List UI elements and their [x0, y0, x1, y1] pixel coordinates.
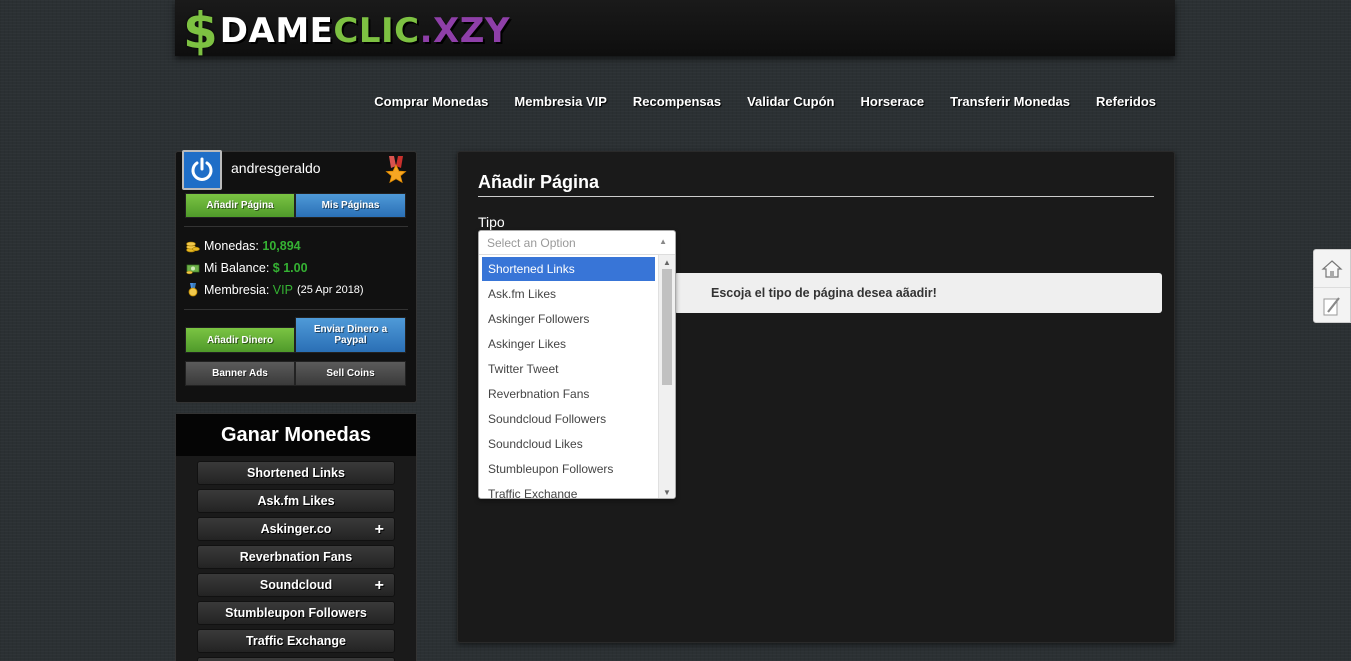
select-option[interactable]: Askinger Followers — [479, 306, 675, 331]
earn-item-askfm-likes[interactable]: Ask.fm Likes — [197, 489, 395, 513]
balance-label: Mi Balance: — [204, 261, 270, 275]
home-icon — [1321, 259, 1343, 278]
earn-item-traffic-exchange[interactable]: Traffic Exchange — [197, 629, 395, 653]
select-option[interactable]: Stumbleupon Followers — [479, 456, 675, 481]
membership-value: VIP — [272, 283, 293, 297]
type-label: Tipo — [478, 214, 505, 230]
logo-xzy: .XZY — [419, 11, 511, 51]
select-options: Shortened Links Ask.fm Likes Askinger Fo… — [479, 255, 675, 499]
nav-membresia-vip[interactable]: Membresia VIP — [514, 94, 607, 109]
earn-item-stumbleupon[interactable]: Stumbleupon Followers — [197, 601, 395, 625]
divider — [184, 309, 408, 310]
type-select[interactable]: Select an Option ▲ Shortened Links Ask.f… — [478, 230, 676, 499]
select-scrollbar[interactable]: ▲ ▼ — [658, 255, 675, 498]
earn-item-label: Soundcloud — [259, 578, 333, 592]
logo-clic: CLIC — [333, 11, 420, 51]
money-buttons-row: Añadir Dinero Enviar Dinero a Paypal — [185, 317, 406, 353]
select-option[interactable]: Soundcloud Likes — [479, 431, 675, 456]
page-title: Añadir Página — [478, 172, 1154, 197]
earn-coins-panel: Ganar Monedas Shortened Links Ask.fm Lik… — [175, 413, 417, 661]
edit-button[interactable] — [1314, 287, 1350, 324]
scroll-down-icon[interactable]: ▼ — [659, 485, 675, 498]
earn-item-label: Ask.fm Likes — [257, 494, 335, 508]
earn-coins-list: Shortened Links Ask.fm Likes Askinger.co… — [176, 456, 416, 661]
earn-item-askinger[interactable]: Askinger.co + — [197, 517, 395, 541]
notice-message: Escoja el tipo de página desea aãadir! — [674, 273, 1162, 313]
select-option[interactable]: Soundcloud Followers — [479, 406, 675, 431]
earn-item-label: Reverbnation Fans — [239, 550, 353, 564]
logo-dame: DAME — [219, 11, 334, 51]
scroll-thumb[interactable] — [662, 269, 672, 385]
earn-item-label: Stumbleupon Followers — [225, 606, 367, 620]
nav-validar-cupon[interactable]: Validar Cupón — [747, 94, 834, 109]
my-pages-button[interactable]: Mis Páginas — [295, 193, 406, 218]
divider — [184, 226, 408, 227]
select-placeholder: Select an Option — [487, 235, 576, 250]
coins-stat: Monedas: 10,894 — [186, 235, 364, 257]
medal-small-icon — [188, 283, 198, 297]
nav-recompensas[interactable]: Recompensas — [633, 94, 721, 109]
select-search[interactable]: Select an Option ▲ — [479, 231, 675, 255]
account-stats: Monedas: 10,894 Mi Balance: $ 1.00 Membr… — [186, 235, 364, 301]
select-option[interactable]: Ask.fm Likes — [479, 281, 675, 306]
coins-icon — [186, 241, 200, 253]
balance-stat: Mi Balance: $ 1.00 — [186, 257, 364, 279]
earn-item-label: Askinger.co — [260, 522, 332, 536]
add-page-button[interactable]: Añadir Página — [185, 193, 295, 218]
nav-horserace[interactable]: Horserace — [860, 94, 924, 109]
username[interactable]: andresgeraldo — [231, 160, 321, 176]
select-option[interactable]: Traffic Exchange — [479, 481, 675, 499]
balance-value: $ 1.00 — [272, 261, 308, 275]
money-icon — [186, 264, 200, 275]
medal-icon — [385, 156, 407, 184]
main-nav: Comprar Monedas Membresia VIP Recompensa… — [374, 94, 1156, 109]
select-option[interactable]: Reverbnation Fans — [479, 381, 675, 406]
logo-dollar: $ — [183, 2, 218, 60]
site-logo[interactable]: $ DAME CLIC .XZY — [183, 2, 511, 60]
nav-transferir-monedas[interactable]: Transferir Monedas — [950, 94, 1070, 109]
coins-label: Monedas: — [204, 239, 259, 253]
plus-icon[interactable]: + — [375, 521, 384, 539]
floating-toolbar — [1313, 249, 1351, 323]
plus-icon[interactable]: + — [375, 577, 384, 595]
page-buttons-row: Añadir Página Mis Páginas — [185, 193, 406, 218]
earn-item-shortened-links[interactable]: Shortened Links — [197, 461, 395, 485]
earn-item-soundcloud[interactable]: Soundcloud + — [197, 573, 395, 597]
site-header: $ DAME CLIC .XZY — [175, 0, 1175, 56]
coins-value: 10,894 — [262, 239, 301, 253]
select-option[interactable]: Askinger Likes — [479, 331, 675, 356]
select-option[interactable]: Twitter Tweet — [479, 356, 675, 381]
earn-item-label: Traffic Exchange — [245, 634, 347, 648]
select-option[interactable]: Shortened Links — [482, 257, 655, 281]
sell-coins-button[interactable]: Sell Coins — [295, 361, 406, 386]
power-icon — [191, 157, 213, 181]
earn-item-more[interactable] — [197, 657, 395, 661]
avatar[interactable] — [182, 150, 222, 190]
extra-buttons-row: Banner Ads Sell Coins — [185, 361, 406, 386]
earn-coins-title: Ganar Monedas — [176, 414, 416, 456]
pencil-paper-icon — [1323, 297, 1340, 316]
banner-ads-button[interactable]: Banner Ads — [185, 361, 295, 386]
scroll-up-icon[interactable]: ▲ — [659, 255, 675, 269]
earn-item-reverbnation-fans[interactable]: Reverbnation Fans — [197, 545, 395, 569]
home-button[interactable] — [1314, 250, 1350, 287]
profile-panel: andresgeraldo Añadir Página Mis Páginas … — [175, 150, 417, 403]
chevron-up-icon[interactable]: ▲ — [659, 237, 667, 246]
membership-stat: Membresia: VIP (25 Apr 2018) — [186, 279, 364, 301]
send-paypal-button[interactable]: Enviar Dinero a Paypal — [295, 317, 406, 353]
earn-item-label: Shortened Links — [247, 466, 345, 480]
nav-comprar-monedas[interactable]: Comprar Monedas — [374, 94, 488, 109]
add-money-button[interactable]: Añadir Dinero — [185, 327, 295, 353]
membership-label: Membresia: — [204, 283, 270, 297]
membership-date: (25 Apr 2018) — [296, 284, 364, 296]
nav-referidos[interactable]: Referidos — [1096, 94, 1156, 109]
